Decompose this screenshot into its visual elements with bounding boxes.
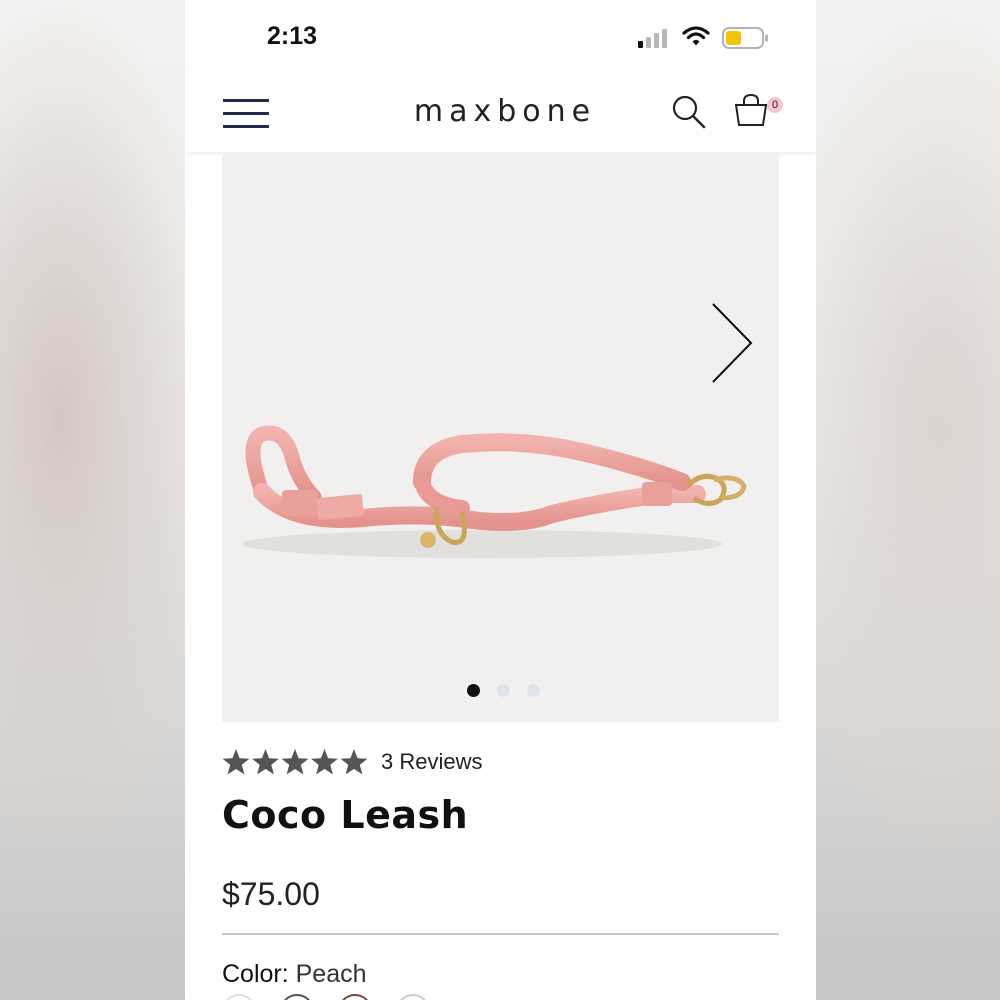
color-label: Color: xyxy=(222,960,289,988)
product-price: $75.00 xyxy=(222,876,320,912)
swatch-2[interactable] xyxy=(280,994,314,1000)
gallery-dot-1[interactable] xyxy=(467,684,480,697)
phone-screen: 2:13 maxbone 0 3 Reviews Coco Leash $75.… xyxy=(185,0,816,1000)
swatch-4[interactable] xyxy=(396,994,430,1000)
gallery-dot-3[interactable] xyxy=(527,684,540,697)
battery-icon xyxy=(722,27,768,49)
chevron-right-icon[interactable] xyxy=(709,302,755,384)
cellular-signal-icon xyxy=(638,29,667,48)
five-star-rating-icon xyxy=(222,749,368,775)
product-title: Coco Leash xyxy=(222,793,469,837)
swatch-3[interactable] xyxy=(338,994,372,1000)
gallery-dot-2[interactable] xyxy=(497,684,510,697)
color-swatches xyxy=(222,994,522,1000)
cart-icon[interactable] xyxy=(733,92,769,128)
status-time: 2:13 xyxy=(267,22,318,50)
swatch-1[interactable] xyxy=(222,994,256,1000)
wifi-icon xyxy=(682,26,710,46)
status-bar: 2:13 xyxy=(185,0,816,70)
site-header: maxbone 0 xyxy=(185,70,816,152)
cart-count-badge[interactable]: 0 xyxy=(767,97,783,113)
search-icon[interactable] xyxy=(671,94,707,130)
color-value: Peach xyxy=(288,960,367,988)
menu-icon[interactable] xyxy=(223,97,269,129)
reviews-link[interactable]: 3 Reviews xyxy=(381,749,482,775)
brand-logo[interactable]: maxbone xyxy=(395,94,615,129)
pink-leash-product-image xyxy=(242,425,747,558)
divider xyxy=(222,933,779,935)
color-selector-label: Color: Peach xyxy=(222,960,367,989)
gallery-pagination xyxy=(462,684,542,698)
product-gallery[interactable] xyxy=(222,152,779,722)
